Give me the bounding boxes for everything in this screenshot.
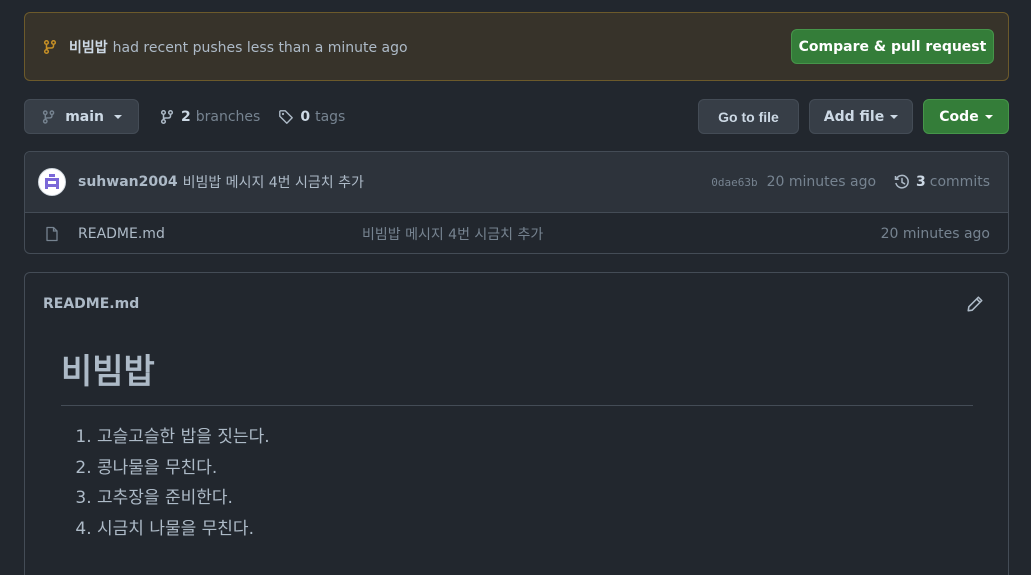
banner-branch-name[interactable]: 비빔밥 <box>69 40 108 56</box>
list-item: 고추장을 준비한다. <box>97 483 973 514</box>
commits-history-link[interactable]: 3 commits <box>894 174 990 190</box>
git-branch-icon <box>43 39 57 54</box>
code-label: Code <box>939 108 979 125</box>
list-item: 고슬고슬한 밥을 짓는다. <box>97 422 973 453</box>
commits-count: 3 <box>916 174 926 190</box>
git-branch-icon <box>42 109 55 124</box>
branches-link[interactable]: 2 branches <box>159 109 260 125</box>
list-item: 콩나물을 무친다. <box>97 453 973 484</box>
branch-name: main <box>65 108 104 125</box>
add-file-button[interactable]: Add file <box>809 99 913 134</box>
identicon-icon <box>45 174 59 189</box>
pencil-icon[interactable] <box>966 295 984 313</box>
commit-time[interactable]: 20 minutes ago <box>767 174 876 190</box>
file-browser: suhwan2004 비빔밥 메시지 4번 시금치 추가 0dae63b 20 … <box>24 151 1009 254</box>
branch-toolbar: main 2 branches 0 tags Go to file Add fi… <box>24 99 1009 134</box>
commit-author[interactable]: suhwan2004 <box>78 174 178 190</box>
go-to-file-button[interactable]: Go to file <box>698 99 799 134</box>
file-row[interactable]: README.md 비빔밥 메시지 4번 시금치 추가 20 minutes a… <box>25 213 1008 253</box>
commit-meta: 0dae63b 20 minutes ago 3 commits <box>711 174 990 190</box>
tags-label: tags <box>315 108 346 125</box>
compare-pull-request-button[interactable]: Compare & pull request <box>791 29 994 64</box>
commits-label: commits <box>929 174 990 190</box>
git-branch-icon <box>160 109 174 124</box>
list-item: 시금치 나물을 무친다. <box>97 514 973 545</box>
avatar[interactable] <box>38 168 66 196</box>
chevron-down-icon <box>984 114 993 119</box>
file-icon <box>46 226 58 241</box>
latest-commit-row: suhwan2004 비빔밥 메시지 4번 시금치 추가 0dae63b 20 … <box>25 152 1008 213</box>
recent-push-banner: 비빔밥 had recent pushes less than a minute … <box>24 12 1009 81</box>
chevron-down-icon <box>114 114 122 119</box>
repo-page: 비빔밥 had recent pushes less than a minute … <box>0 0 1031 575</box>
file-time: 20 minutes ago <box>880 225 990 242</box>
banner-text: 비빔밥 had recent pushes less than a minute … <box>69 37 408 57</box>
readme-panel: README.md 비빔밥 고슬고슬한 밥을 짓는다. 콩나물을 무친다. 고추… <box>24 272 1009 575</box>
code-button[interactable]: Code <box>923 99 1009 134</box>
readme-heading: 비빔밥 <box>61 345 973 406</box>
readme-content: 비빔밥 고슬고슬한 밥을 짓는다. 콩나물을 무친다. 고추장을 준비한다. 시… <box>25 335 1008 544</box>
commit-sha[interactable]: 0dae63b <box>711 176 757 189</box>
readme-title[interactable]: README.md <box>43 296 139 312</box>
banner-message: had recent pushes less than a minute ago <box>112 39 408 56</box>
file-commit-message[interactable]: 비빔밥 메시지 4번 시금치 추가 <box>362 224 543 244</box>
file-name[interactable]: README.md <box>78 226 362 242</box>
branches-count: 2 <box>181 108 191 125</box>
chevron-down-icon <box>890 114 899 119</box>
branches-label: branches <box>195 108 261 125</box>
branch-select-button[interactable]: main <box>24 99 139 134</box>
readme-list: 고슬고슬한 밥을 짓는다. 콩나물을 무친다. 고추장을 준비한다. 시금치 나… <box>61 422 973 544</box>
history-icon <box>894 174 909 189</box>
tags-count: 0 <box>300 108 311 125</box>
tag-icon <box>279 109 294 124</box>
repo-actions: Go to file Add file Code <box>698 99 1009 134</box>
commit-message[interactable]: 비빔밥 메시지 4번 시금치 추가 <box>183 172 364 192</box>
tags-link[interactable]: 0 tags <box>278 109 345 125</box>
readme-header: README.md <box>25 273 1008 335</box>
add-file-label: Add file <box>823 108 885 125</box>
